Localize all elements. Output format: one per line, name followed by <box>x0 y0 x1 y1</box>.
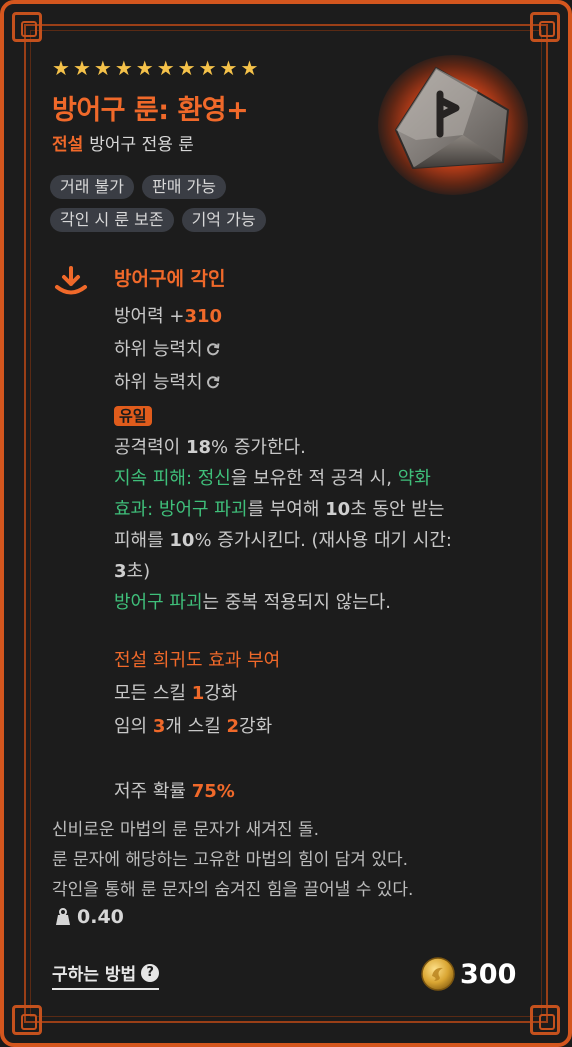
effect-text: % 증가시킨다. (재사용 대기 시간: <box>194 530 452 551</box>
lore-line: 룬 문자에 해당하는 고유한 마법의 힘이 담겨 있다. <box>52 850 409 870</box>
effect-keyword: 방어구 파괴 <box>114 592 203 613</box>
corner-ornament <box>530 12 560 42</box>
lore-line: 각인을 통해 룬 문자의 숨겨진 힘을 끌어낼 수 있다. <box>52 880 414 900</box>
tag-sellable: 판매 가능 <box>141 175 226 199</box>
imprint-arrow-icon <box>55 266 87 295</box>
effect-line: 피해를 10% 증가시킨다. (재사용 대기 시간: <box>114 525 514 556</box>
star-icon: ★ <box>240 56 259 80</box>
sub-stat-2: 하위 능력치 <box>114 366 514 399</box>
effect-number: 10 <box>325 499 351 520</box>
star-icon: ★ <box>177 56 196 80</box>
curse-chance: 저주 확률 75% <box>114 775 514 808</box>
effect-text: 공격력이 <box>114 437 186 458</box>
defense-value: 310 <box>184 306 223 327</box>
effect-line: 효과: 방어구 파괴를 부여해 10초 동안 받는 <box>114 494 514 525</box>
imprint-title: 방어구에 각인 <box>114 268 226 290</box>
lore-line: 신비로운 마법의 룬 문자가 새겨진 돌. <box>52 820 320 840</box>
star-rating: ★ ★ ★ ★ ★ ★ ★ ★ ★ ★ <box>52 57 258 79</box>
tag-rune-preserved: 각인 시 룬 보존 <box>50 208 174 232</box>
sub-stat-label: 하위 능력치 <box>114 372 203 393</box>
help-icon: ? <box>141 963 160 982</box>
effect-text: 는 중복 적용되지 않는다. <box>202 592 392 613</box>
effect-text: % 증가한다. <box>211 437 306 458</box>
effect-text: 초 동안 받는 <box>350 499 445 520</box>
star-icon: ★ <box>198 56 217 80</box>
effect-text: 초) <box>126 561 151 582</box>
reroll-icon <box>206 343 220 356</box>
corner-ornament <box>12 1005 42 1035</box>
unique-badge-row: 유일 <box>114 399 514 432</box>
effect-text: 강화 <box>204 683 238 704</box>
sub-stat-1: 하위 능력치 <box>114 333 514 366</box>
tag-row: 각인 시 룬 보존 기억 가능 <box>50 208 370 232</box>
sub-stat-label: 하위 능력치 <box>114 339 203 360</box>
star-icon: ★ <box>114 56 133 80</box>
item-type: 방어구 전용 룬 <box>89 135 194 155</box>
tag-row: 거래 불가 판매 가능 <box>50 175 370 199</box>
tag-untradable: 거래 불가 <box>50 175 134 199</box>
corner-ornament <box>530 1005 560 1035</box>
item-grade: 전설 <box>52 135 84 155</box>
star-icon: ★ <box>52 56 70 80</box>
imprint-stats: 방어력 +310 하위 능력치 하위 능력치 유일 공격력이 18% 증가한다.… <box>114 300 514 808</box>
item-name: 방어구 룬: 환영+ <box>52 95 249 126</box>
effect-text: 모든 스킬 <box>114 683 192 704</box>
effect-number: 10 <box>169 530 195 551</box>
star-icon: ★ <box>93 56 112 80</box>
unique-badge: 유일 <box>114 406 152 426</box>
curse-label: 저주 확률 <box>114 781 192 802</box>
rune-stone-icon <box>368 50 538 200</box>
item-subtitle: 전설 방어구 전용 룬 <box>52 130 194 155</box>
star-icon: ★ <box>219 56 238 80</box>
star-icon: ★ <box>72 56 91 80</box>
weight-value: 0.40 <box>77 906 124 928</box>
effect-line: 3초) <box>114 556 514 587</box>
effect-line: 공격력이 18% 증가한다. <box>114 432 514 463</box>
effect-number: 2 <box>226 716 240 737</box>
effect-text: 을 보유한 적 공격 시, <box>230 468 398 489</box>
effect-keyword: 효과: 방어구 파괴 <box>114 499 248 520</box>
defense-stat: 방어력 +310 <box>114 300 514 333</box>
rune-stone-shape <box>394 66 510 170</box>
effect-text: 피해를 <box>114 530 170 551</box>
item-weight: 0.40 <box>55 906 124 928</box>
defense-label: 방어력 + <box>114 306 185 327</box>
corner-ornament <box>12 12 42 42</box>
legendary-effect-title: 전설 희귀도 효과 부여 <box>114 650 281 671</box>
effect-number: 3 <box>114 561 127 582</box>
item-lore: 신비로운 마법의 룬 문자가 새겨진 돌. 룬 문자에 해당하는 고유한 마법의… <box>52 815 413 905</box>
star-icon: ★ <box>156 56 175 80</box>
weight-icon <box>56 908 70 925</box>
effect-keyword: 지속 피해: 정신 <box>114 468 231 489</box>
effect-keyword: 약화 <box>397 468 431 489</box>
gold-coin-icon <box>421 957 455 991</box>
effect-text: 강화 <box>239 716 273 737</box>
effect-number: 1 <box>191 683 205 704</box>
legendary-effect-line: 모든 스킬 1강화 <box>114 677 514 710</box>
effect-text: 를 부여해 <box>247 499 326 520</box>
how-to-obtain-label: 구하는 방법 <box>52 965 137 985</box>
legendary-effect-line: 임의 3개 스킬 2강화 <box>114 710 514 743</box>
effect-number: 18 <box>185 437 212 458</box>
effect-line: 지속 피해: 정신을 보유한 적 공격 시, 약화 <box>114 463 514 494</box>
tag-memorable: 기억 가능 <box>181 208 266 232</box>
effect-text: 임의 <box>114 716 153 737</box>
effect-number: 3 <box>152 716 166 737</box>
curse-value: 75% <box>191 781 235 802</box>
star-icon: ★ <box>135 56 154 80</box>
price-value: 300 <box>460 958 517 990</box>
reroll-icon <box>206 376 220 389</box>
item-tags: 거래 불가 판매 가능 각인 시 룬 보존 기억 가능 <box>50 175 370 241</box>
effect-text: 개 스킬 <box>165 716 227 737</box>
sell-price: 300 <box>420 956 516 992</box>
how-to-obtain-link[interactable]: 구하는 방법 ? <box>52 960 160 990</box>
effect-line: 방어구 파괴는 중복 적용되지 않는다. <box>114 587 514 618</box>
